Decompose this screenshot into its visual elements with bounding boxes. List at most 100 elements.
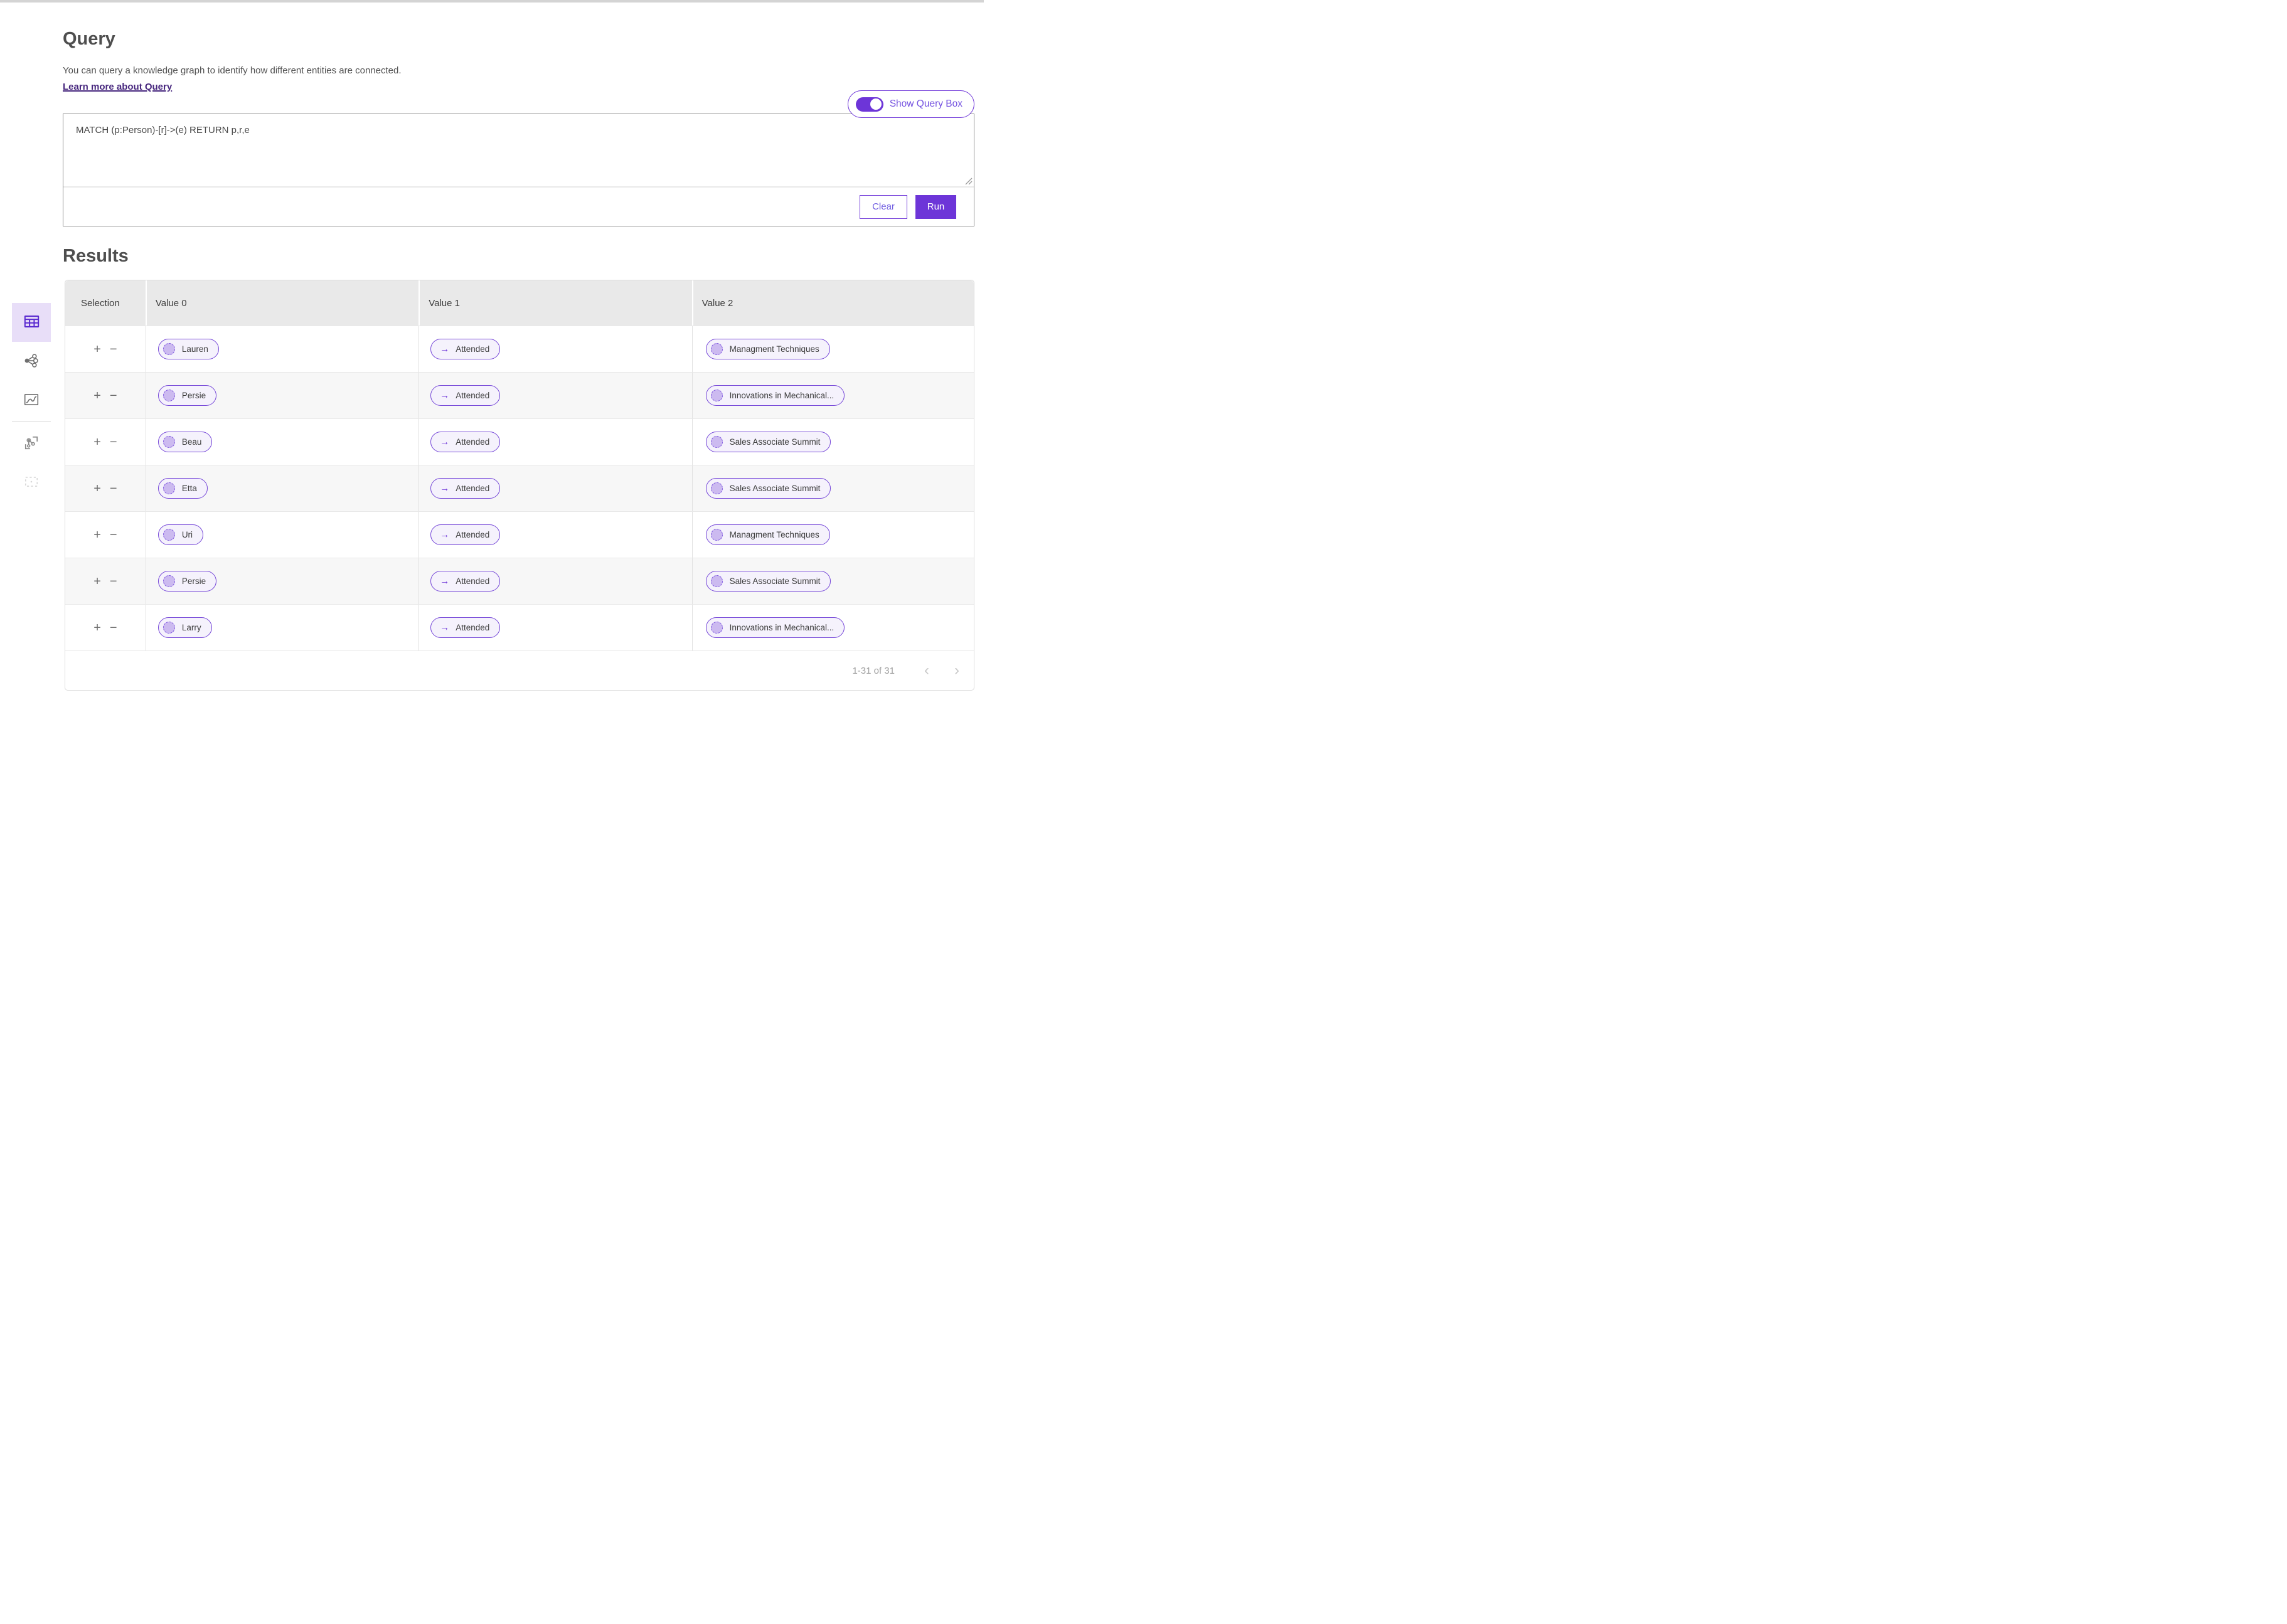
remove-selection-button[interactable]: −: [110, 343, 117, 356]
entity-label: Beau: [182, 437, 202, 447]
add-selection-button[interactable]: +: [93, 622, 101, 634]
node-icon: [163, 343, 175, 355]
sidebar-item-chart-view[interactable]: [12, 381, 51, 420]
entity-pill[interactable]: Sales Associate Summit: [706, 571, 831, 592]
entity-label: Etta: [182, 484, 197, 493]
relation-label: Attended: [456, 391, 489, 400]
node-icon: [163, 575, 175, 587]
resize-handle-icon[interactable]: [964, 177, 973, 185]
table-row: + − Beau →Attended Sales Associate Summi…: [65, 418, 974, 465]
relation-label: Attended: [456, 484, 489, 493]
entity-pill[interactable]: Managment Techniques: [706, 339, 830, 359]
entity-pill[interactable]: Persie: [158, 385, 216, 406]
relation-label: Attended: [456, 344, 489, 354]
node-icon: [163, 529, 175, 541]
entity-pill[interactable]: Innovations in Mechanical...: [706, 385, 845, 406]
page-description: You can query a knowledge graph to ident…: [63, 65, 974, 76]
arrow-right-icon: →: [440, 390, 449, 401]
query-input[interactable]: MATCH (p:Person)-[r]->(e) RETURN p,r,e: [63, 114, 974, 186]
relation-pill[interactable]: →Attended: [430, 571, 500, 592]
entity-pill[interactable]: Etta: [158, 478, 208, 499]
column-header-value0: Value 0: [146, 280, 418, 326]
node-icon: [711, 529, 723, 541]
node-icon: [711, 436, 723, 448]
network-icon: [23, 353, 40, 371]
add-selection-button[interactable]: +: [93, 390, 101, 402]
toggle-knob: [870, 98, 882, 110]
dashed-box-icon: [23, 474, 40, 492]
relation-label: Attended: [456, 623, 489, 632]
relation-pill[interactable]: →Attended: [430, 432, 500, 452]
top-border-bar: [0, 0, 984, 3]
table-footer: 1-31 of 31 ‹ ›: [65, 650, 974, 690]
add-selection-button[interactable]: +: [93, 575, 101, 588]
add-selection-button[interactable]: +: [93, 529, 101, 541]
entity-label: Managment Techniques: [730, 530, 819, 539]
run-button[interactable]: Run: [915, 195, 956, 219]
column-header-value2: Value 2: [692, 280, 974, 326]
table-row: + − Etta → Attended Sales Associate Summi…: [65, 465, 974, 511]
sidebar-item-table-view[interactable]: [12, 303, 51, 342]
node-icon: [163, 436, 175, 448]
node-icon: [711, 390, 723, 401]
relation-pill[interactable]: → Attended: [430, 524, 500, 545]
entity-pill[interactable]: Lauren: [158, 339, 219, 359]
sidebar-item-graph-view[interactable]: [12, 342, 51, 381]
remove-selection-button[interactable]: −: [110, 529, 117, 541]
entity-pill[interactable]: Beau: [158, 432, 213, 452]
add-selection-button[interactable]: +: [93, 343, 101, 356]
description-row: You can query a knowledge graph to ident…: [63, 65, 974, 76]
relation-pill[interactable]: → Attended: [430, 339, 500, 359]
page-title: Query: [63, 28, 974, 50]
main-content: Query You can query a knowledge graph to…: [63, 28, 974, 691]
relation-pill[interactable]: → Attended: [430, 617, 500, 638]
node-icon: [711, 575, 723, 587]
remove-selection-button[interactable]: −: [110, 436, 117, 448]
chevron-left-icon: ‹: [924, 662, 929, 679]
arrow-right-icon: →: [440, 344, 449, 354]
add-selection-button[interactable]: +: [93, 482, 101, 495]
relation-pill[interactable]: → Attended: [430, 478, 500, 499]
route-icon: [23, 391, 40, 410]
entity-pill[interactable]: Sales Associate Summit: [706, 432, 831, 452]
remove-selection-button[interactable]: −: [110, 622, 117, 634]
relation-pill[interactable]: → Attended: [430, 385, 500, 406]
entity-pill[interactable]: Persie: [158, 571, 216, 592]
next-page-button[interactable]: ›: [954, 663, 959, 678]
prev-page-button[interactable]: ‹: [924, 663, 929, 678]
clear-button[interactable]: Clear: [860, 195, 907, 219]
remove-selection-button[interactable]: −: [110, 575, 117, 588]
add-selection-button[interactable]: +: [93, 436, 101, 448]
column-header-selection: Selection: [65, 280, 146, 326]
entity-pill[interactable]: Managment Techniques: [706, 524, 830, 545]
remove-selection-button[interactable]: −: [110, 390, 117, 402]
remove-selection-button[interactable]: −: [110, 482, 117, 495]
sidebar-item-graph-box-view[interactable]: [12, 424, 51, 463]
view-switcher-sidebar: [12, 303, 51, 502]
entity-pill[interactable]: Uri: [158, 524, 203, 545]
relation-label: Attended: [456, 576, 489, 586]
pagination-range: 1-31 of 31: [852, 666, 895, 676]
table-row: + − Persie → Attended Innovations in Mech…: [65, 372, 974, 418]
toggle-switch-icon[interactable]: [856, 97, 883, 112]
arrow-right-icon: →: [440, 529, 449, 540]
entity-label: Persie: [182, 391, 206, 400]
sidebar-item-disabled-view: [12, 463, 51, 502]
node-icon: [163, 482, 175, 494]
learn-more-link[interactable]: Learn more about Query: [63, 82, 172, 92]
entity-pill[interactable]: Sales Associate Summit: [706, 478, 831, 499]
arrow-right-icon: →: [440, 483, 449, 494]
table-row: + − Uri → Attended Managment Techniques: [65, 511, 974, 558]
table-row: + − Lauren → Attended Managment Technique…: [65, 326, 974, 372]
entity-label: Innovations in Mechanical...: [730, 391, 834, 400]
entity-label: Persie: [182, 576, 206, 586]
relation-label: Attended: [456, 530, 489, 539]
entity-pill[interactable]: Innovations in Mechanical...: [706, 617, 845, 638]
entity-label: Sales Associate Summit: [730, 576, 821, 586]
relation-label: Attended: [456, 437, 489, 447]
arrow-right-icon: →: [440, 622, 449, 633]
node-icon: [163, 390, 175, 401]
results-title: Results: [63, 245, 974, 267]
entity-label: Lauren: [182, 344, 208, 354]
entity-pill[interactable]: Larry: [158, 617, 212, 638]
